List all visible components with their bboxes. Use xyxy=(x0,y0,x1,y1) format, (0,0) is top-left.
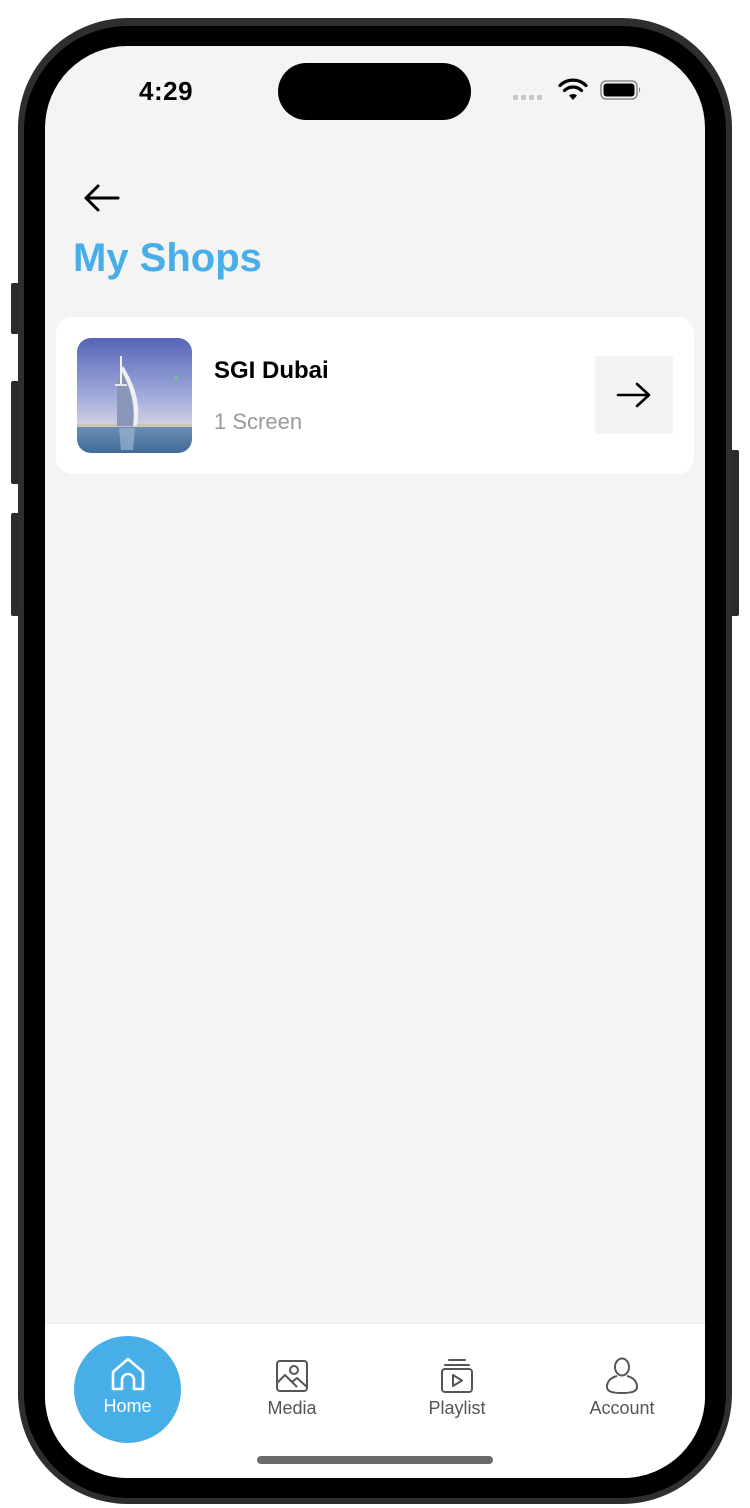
playlist-icon xyxy=(441,1359,473,1393)
tab-label: Playlist xyxy=(428,1398,486,1418)
tab-label: Media xyxy=(267,1398,317,1418)
arrow-left-icon xyxy=(84,184,120,212)
battery-icon xyxy=(600,80,641,100)
tab-label: Account xyxy=(589,1398,655,1418)
power-button xyxy=(731,450,739,616)
burj-al-arab-photo xyxy=(77,338,192,453)
dynamic-island xyxy=(278,63,471,120)
tab-label: Home xyxy=(103,1396,152,1416)
shop-thumbnail xyxy=(77,338,192,453)
page-title: My Shops xyxy=(73,236,262,280)
status-time: 4:29 xyxy=(139,76,194,106)
tab-media[interactable]: Media xyxy=(232,1324,352,1434)
screen: 4:29 My Shops SGI Dubai 1 Screen Home Me… xyxy=(45,46,705,1478)
tab-playlist[interactable]: Playlist xyxy=(397,1324,517,1434)
shop-screen-count: 1 Screen xyxy=(214,409,303,434)
shop-name: SGI Dubai xyxy=(214,357,329,384)
back-button[interactable] xyxy=(77,176,125,220)
user-icon xyxy=(606,1357,638,1394)
status-bar: 4:29 xyxy=(45,46,705,146)
open-shop-button[interactable] xyxy=(595,356,673,434)
image-icon xyxy=(276,1360,308,1392)
arrow-right-icon xyxy=(616,382,651,408)
tab-home[interactable]: Home xyxy=(74,1336,181,1443)
cellular-signal-icon xyxy=(513,95,542,100)
bottom-tab-bar: Home Media Playlist Account xyxy=(45,1323,705,1478)
wifi-icon xyxy=(558,78,588,100)
home-icon xyxy=(111,1357,144,1391)
tab-account[interactable]: Account xyxy=(562,1324,682,1434)
shop-card[interactable]: SGI Dubai 1 Screen xyxy=(56,317,694,474)
home-indicator xyxy=(257,1456,493,1464)
